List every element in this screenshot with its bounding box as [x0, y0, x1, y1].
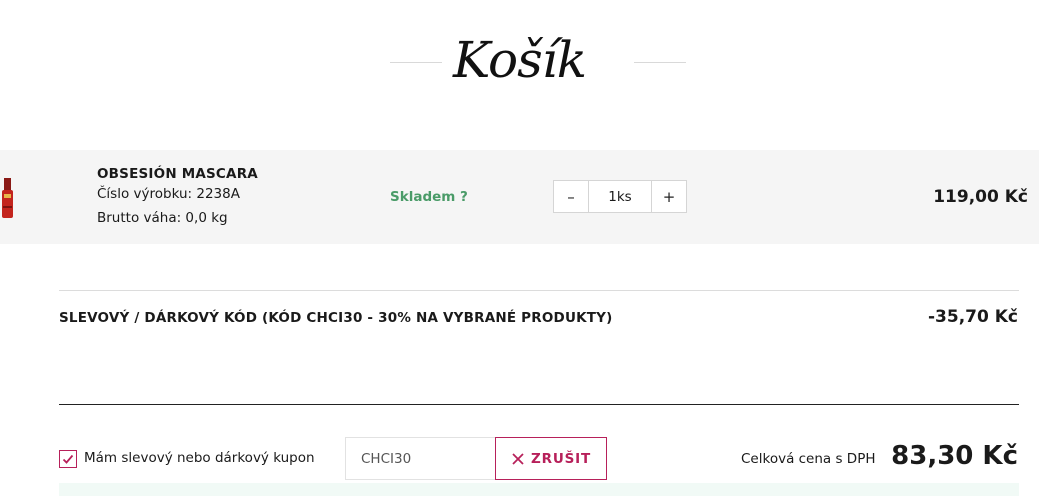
divider: [59, 290, 1019, 291]
quantity-decrease-button[interactable]: –: [554, 181, 588, 212]
stock-status[interactable]: Skladem ?: [390, 189, 468, 205]
quantity-stepper: – 1ks +: [553, 180, 687, 213]
mascara-product-icon[interactable]: [0, 176, 18, 220]
coupon-code-input[interactable]: [345, 437, 496, 480]
summary-divider: [59, 404, 1019, 405]
discount-value: -35,70 Kč: [928, 307, 1018, 327]
page-header: Košík: [0, 28, 1039, 98]
cart-item-row: OBSESIÓN MASCARA Číslo výrobku: 2238A Br…: [0, 150, 1039, 244]
product-weight: Brutto váha: 0,0 kg: [97, 210, 228, 226]
title-divider-right: [634, 62, 686, 63]
quantity-value[interactable]: 1ks: [588, 181, 652, 212]
product-code: Číslo výrobku: 2238A: [97, 186, 240, 202]
product-name[interactable]: OBSESIÓN MASCARA: [97, 166, 258, 182]
total-label: Celková cena s DPH: [741, 451, 876, 467]
item-price: 119,00 Kč: [933, 187, 1028, 207]
quantity-increase-button[interactable]: +: [652, 181, 686, 212]
page-title: Košík: [452, 31, 587, 89]
discount-label: SLEVOVÝ / DÁRKOVÝ KÓD (KÓD CHCI30 - 30% …: [59, 310, 613, 326]
cancel-coupon-label: ZRUŠIT: [531, 450, 591, 467]
coupon-checkbox[interactable]: [59, 450, 77, 468]
total-price: 83,30 Kč: [891, 441, 1018, 471]
cancel-coupon-button[interactable]: ZRUŠIT: [495, 437, 607, 480]
notice-band: [59, 483, 1019, 496]
checkmark-icon: [62, 454, 74, 464]
coupon-checkbox-label[interactable]: Mám slevový nebo dárkový kupon: [84, 450, 315, 466]
close-icon: [512, 452, 524, 465]
